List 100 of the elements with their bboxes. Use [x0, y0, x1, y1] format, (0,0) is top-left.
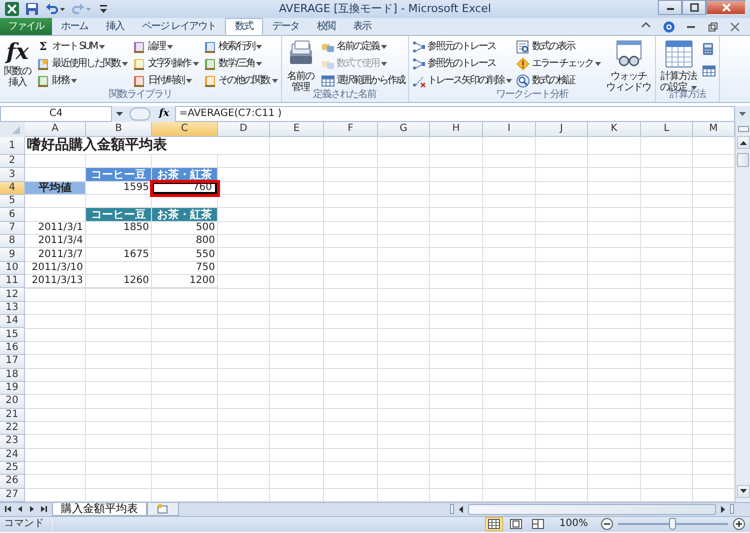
ribbon-button[interactable]: 参照先のトレース	[410, 55, 513, 72]
first-sheet-button[interactable]	[4, 506, 12, 512]
ribbon-button[interactable]: Σ オート SUM	[35, 38, 129, 55]
ribbon-tab[interactable]: データ	[263, 18, 308, 35]
ribbon-tab[interactable]: 挿入	[97, 18, 133, 35]
ribbon-tab[interactable]: 数式	[225, 18, 264, 35]
row-header[interactable]: 12	[0, 288, 25, 302]
calculate-sheet-button[interactable]	[701, 64, 718, 78]
insert-sheet-button[interactable]	[147, 502, 179, 516]
row-header[interactable]: 24	[0, 448, 25, 462]
next-sheet-button[interactable]	[28, 506, 36, 512]
zoom-out-button[interactable]	[600, 518, 614, 530]
row-header[interactable]: 21	[0, 408, 25, 422]
column-header[interactable]: E	[270, 122, 324, 137]
last-sheet-button[interactable]	[40, 506, 48, 512]
ribbon-button[interactable]: 検索/行列	[202, 38, 278, 55]
scroll-left-button[interactable]	[458, 506, 464, 513]
row-header[interactable]: 1	[0, 137, 25, 155]
ribbon-button[interactable]: 論理	[131, 38, 200, 55]
row-header[interactable]: 15	[0, 328, 25, 342]
scroll-up-button[interactable]	[736, 136, 750, 149]
table-icon	[702, 64, 716, 78]
save-button[interactable]	[24, 2, 40, 16]
close-button[interactable]	[728, 20, 742, 32]
slider-thumb[interactable]	[669, 518, 676, 530]
row-header[interactable]: 2	[0, 155, 25, 168]
row-header[interactable]: 7	[0, 222, 25, 236]
ribbon-button[interactable]: 数学/三角	[202, 55, 278, 72]
ribbon-large-button[interactable]: fx 関数の 挿入	[2, 38, 33, 89]
ribbon-button[interactable]: 数式の表示	[515, 38, 602, 55]
row-header[interactable]: 13	[0, 302, 25, 316]
ribbon-tab[interactable]: 表示	[344, 18, 380, 35]
ribbon-button[interactable]: 参照元のトレース	[410, 38, 513, 55]
scrollbar-thumb[interactable]	[468, 504, 716, 515]
row-header[interactable]: 19	[0, 382, 25, 396]
row-header[interactable]: 14	[0, 315, 25, 328]
row-header[interactable]: 17	[0, 355, 25, 368]
ribbon-large-button[interactable]: 計算方法 の設定	[658, 38, 700, 89]
column-header[interactable]: M	[693, 122, 735, 137]
ribbon-button[interactable]: その他の関数	[202, 72, 278, 89]
ribbon-button[interactable]: 財務	[35, 72, 129, 89]
ribbon-button[interactable]: 数式の検証	[515, 72, 602, 89]
insert-function-button[interactable]: fx	[153, 108, 176, 120]
name-box[interactable]: C4	[0, 106, 112, 122]
zoom-in-button[interactable]	[732, 518, 746, 530]
scroll-down-button[interactable]	[736, 484, 750, 498]
ribbon-button[interactable]: 選択範囲から作成	[320, 72, 406, 89]
row-header[interactable]: 26	[0, 475, 25, 489]
row-header[interactable]: 8	[0, 235, 25, 248]
undo-button[interactable]	[44, 2, 66, 16]
column-header[interactable]: B	[86, 122, 152, 137]
minimize-button[interactable]	[658, 0, 682, 15]
column-header[interactable]: G	[378, 122, 430, 137]
row-header[interactable]: 25	[0, 462, 25, 476]
file-tab[interactable]: ファイル	[0, 18, 52, 35]
formula-field[interactable]: =AVERAGE(C7:C11 )	[175, 106, 735, 122]
column-header[interactable]: F	[324, 122, 378, 137]
ribbon-tab[interactable]: ページ レイアウト	[133, 18, 226, 35]
row-header[interactable]: 10	[0, 262, 25, 276]
book-icon	[132, 74, 146, 88]
ribbon-large-button[interactable]: 名前の 管理	[284, 38, 318, 89]
column-header[interactable]: L	[641, 122, 693, 137]
row-header[interactable]: 11	[0, 275, 25, 288]
maximize-button[interactable]	[682, 0, 706, 15]
row-header[interactable]: 3	[0, 168, 25, 182]
column-header[interactable]: I	[483, 122, 536, 137]
row-header[interactable]: 27	[0, 488, 25, 502]
row-header[interactable]: 20	[0, 395, 25, 409]
restore-icon	[707, 20, 719, 32]
ribbon-button[interactable]: 名前の定義	[320, 38, 406, 55]
ribbon-large-button[interactable]: ウォッチ ウィンドウ	[604, 38, 654, 89]
ribbon-button[interactable]: 文字列操作	[131, 55, 200, 72]
restore-button[interactable]	[706, 20, 720, 32]
ribbon-button[interactable]: トレース矢印の削除	[410, 72, 513, 89]
sheet-tab[interactable]: 購入金額平均表	[52, 502, 147, 516]
close-button[interactable]	[706, 0, 746, 15]
help-button[interactable]	[662, 20, 676, 32]
row-header[interactable]: 18	[0, 368, 25, 382]
previous-sheet-button[interactable]	[16, 506, 24, 512]
scroll-right-button[interactable]	[720, 506, 726, 513]
ribbon-button[interactable]: 日付/時刻	[131, 72, 200, 89]
row-header[interactable]: 6	[0, 208, 25, 222]
row-header[interactable]: 5	[0, 195, 25, 208]
row-header[interactable]: 9	[0, 248, 25, 262]
ribbon-button[interactable]: エラー チェック	[515, 55, 602, 72]
normal-view-button[interactable]	[485, 517, 504, 532]
ribbon-tab[interactable]: 校閲	[308, 18, 344, 35]
column-header[interactable]: H	[430, 122, 483, 137]
column-header[interactable]: K	[588, 122, 641, 137]
row-header[interactable]: 16	[0, 342, 25, 356]
ribbon-button[interactable]: 最近使用した関数	[35, 55, 129, 72]
ribbon-tab[interactable]: ホーム	[52, 18, 97, 35]
row-header[interactable]: 22	[0, 422, 25, 436]
row-header[interactable]: 23	[0, 435, 25, 449]
scrollbar-thumb[interactable]	[737, 153, 749, 167]
column-header[interactable]: J	[536, 122, 588, 137]
column-header[interactable]: D	[218, 122, 270, 137]
column-header[interactable]: C	[152, 122, 218, 137]
row-header[interactable]: 4	[0, 182, 25, 196]
column-header[interactable]: A	[25, 122, 86, 137]
